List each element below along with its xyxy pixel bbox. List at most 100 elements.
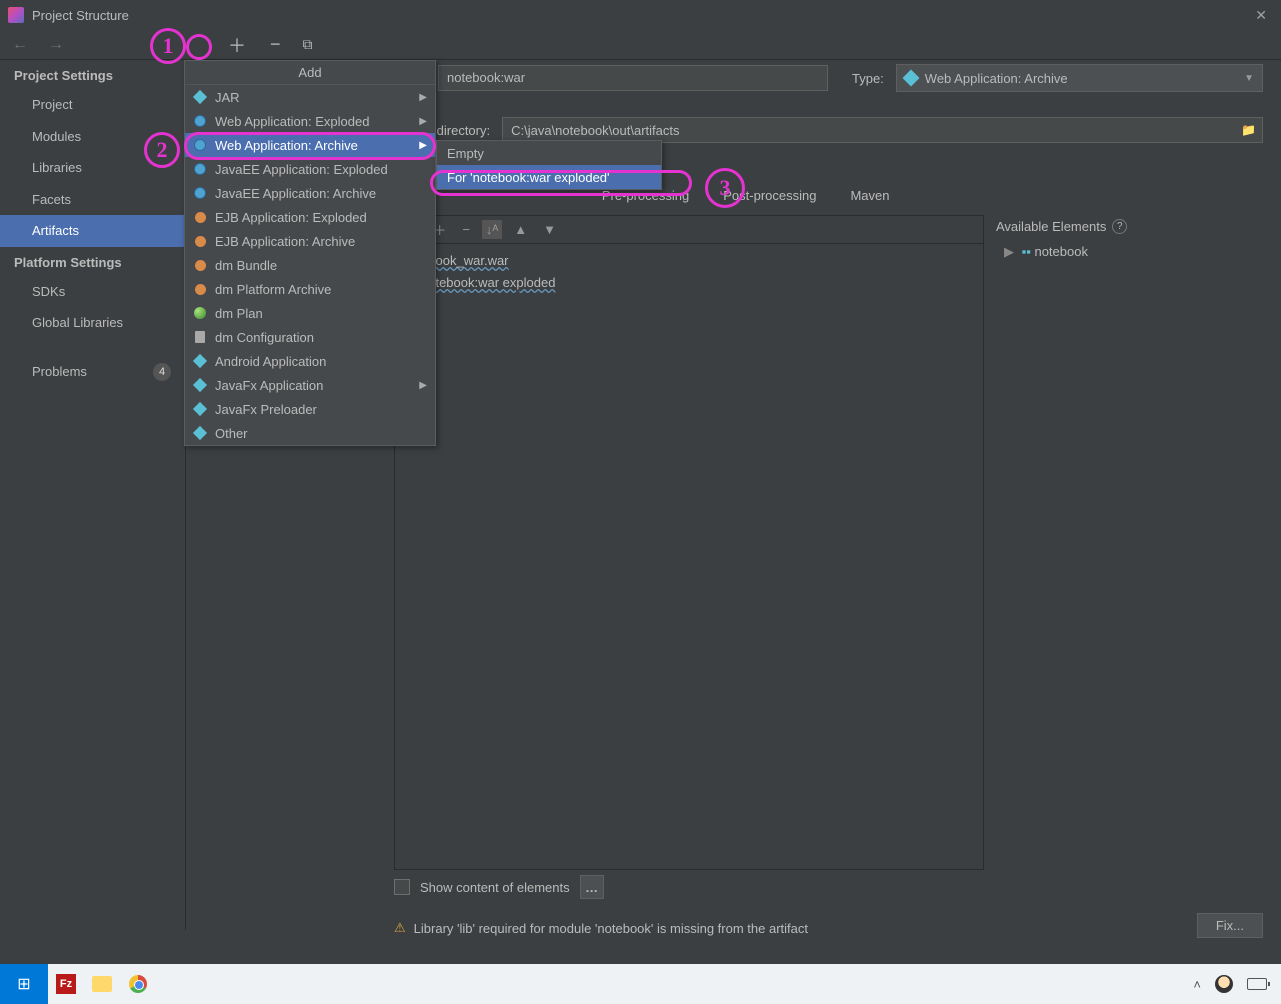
- menu-item-label: Android Application: [215, 354, 326, 369]
- warning-text: Library 'lib' required for module 'noteb…: [414, 921, 808, 936]
- globe-icon: [193, 162, 207, 176]
- folder-icon[interactable]: 📁: [1241, 123, 1256, 137]
- menu-item-javafx-preloader[interactable]: JavaFx Preloader: [185, 397, 435, 421]
- type-value: Web Application: Archive: [925, 71, 1068, 86]
- menu-item-label: EJB Application: Exploded: [215, 210, 367, 225]
- annotation-ring-1: [186, 34, 212, 60]
- submenu-arrow-icon: ▶: [419, 92, 427, 103]
- file-icon: [193, 330, 207, 344]
- menu-item-dm-plan[interactable]: dm Plan: [185, 301, 435, 325]
- menu-item-android-application[interactable]: Android Application: [185, 349, 435, 373]
- artifact-name-input[interactable]: notebook:war: [438, 65, 828, 91]
- bean-icon: [193, 258, 207, 272]
- sphere-icon: [193, 306, 207, 320]
- more-options-button[interactable]: …: [580, 875, 604, 899]
- sidebar-item-artifacts[interactable]: Artifacts: [0, 215, 185, 247]
- sidebar-item-global-libraries[interactable]: Global Libraries: [0, 307, 185, 339]
- menu-item-label: dm Platform Archive: [215, 282, 331, 297]
- sidebar-heading-project: Project Settings: [0, 60, 185, 89]
- menu-item-label: JavaEE Application: Exploded: [215, 162, 388, 177]
- menu-item-ejb-application-archive[interactable]: EJB Application: Archive: [185, 229, 435, 253]
- problems-badge: 4: [153, 363, 171, 381]
- annotation-3: 3: [705, 168, 745, 208]
- taskbar-explorer[interactable]: [84, 964, 120, 1004]
- type-label: Type:: [852, 71, 884, 86]
- menu-item-dm-bundle[interactable]: dm Bundle: [185, 253, 435, 277]
- available-heading: Available Elements ?: [996, 215, 1263, 238]
- available-tree[interactable]: ▶ ▪▪ notebook: [996, 238, 1263, 260]
- sidebar-item-project[interactable]: Project: [0, 89, 185, 121]
- menu-item-javafx-application[interactable]: JavaFx Application ▶: [185, 373, 435, 397]
- menu-item-javaee-application-archive[interactable]: JavaEE Application: Archive: [185, 181, 435, 205]
- add-icon[interactable]: ＋: [222, 32, 252, 58]
- expand-icon[interactable]: ▶: [1004, 244, 1018, 260]
- globe-icon: [193, 114, 207, 128]
- copy-icon[interactable]: ⧉: [299, 36, 317, 53]
- remove-icon[interactable]: −: [264, 34, 287, 55]
- submenu-arrow-icon: ▶: [419, 380, 427, 391]
- bottom-bar: Show content of elements …: [394, 870, 1263, 904]
- title-bar: Project Structure ✕: [0, 0, 1281, 30]
- taskbar: ⊞ Fz ˄: [0, 964, 1281, 1004]
- menu-item-ejb-application-exploded[interactable]: EJB Application: Exploded: [185, 205, 435, 229]
- fix-button[interactable]: Fix...: [1197, 913, 1263, 938]
- dia-icon: [193, 378, 207, 392]
- module-icon: ▪▪: [1022, 244, 1031, 259]
- taskbar-browser[interactable]: [120, 964, 156, 1004]
- help-icon[interactable]: ?: [1112, 219, 1127, 234]
- output-layout-panel: ▦ ＋ − ↓ᴬ ▲ ▼ notebook_war.war notebook:w…: [394, 215, 984, 870]
- layout-down-icon[interactable]: ▼: [539, 222, 560, 237]
- artifact-type-select[interactable]: Web Application: Archive ▼: [896, 64, 1263, 92]
- available-elements-panel: Available Elements ? ▶ ▪▪ notebook: [996, 215, 1263, 870]
- sidebar-item-sdks[interactable]: SDKs: [0, 276, 185, 308]
- annotation-ring-2: [184, 132, 436, 160]
- menu-item-label: Other: [215, 426, 248, 441]
- annotation-2: 2: [144, 132, 180, 168]
- menu-item-label: JavaFx Application: [215, 378, 323, 393]
- tray-chevron-icon[interactable]: ˄: [1193, 977, 1201, 992]
- warning-line: ⚠ Library 'lib' required for module 'not…: [394, 920, 1181, 936]
- menu-item-dm-configuration[interactable]: dm Configuration: [185, 325, 435, 349]
- layout-tree[interactable]: notebook_war.war notebook:war exploded: [395, 244, 983, 300]
- layout-up-icon[interactable]: ▲: [510, 222, 531, 237]
- available-root: notebook: [1034, 244, 1088, 259]
- menu-item-label: dm Bundle: [215, 258, 277, 273]
- menu-item-label: dm Plan: [215, 306, 263, 321]
- menu-item-other[interactable]: Other: [185, 421, 435, 445]
- menu-item-javaee-application-exploded[interactable]: JavaEE Application: Exploded: [185, 157, 435, 181]
- chevron-down-icon: ▼: [1244, 73, 1254, 84]
- menu-item-dm-platform-archive[interactable]: dm Platform Archive: [185, 277, 435, 301]
- menu-item-label: JAR: [215, 90, 240, 105]
- sidebar: Project Settings ProjectModulesLibraries…: [0, 60, 186, 930]
- menu-item-jar[interactable]: JAR ▶: [185, 85, 435, 109]
- sidebar-item-problems[interactable]: Problems 4: [0, 353, 185, 387]
- dia-icon: [193, 90, 207, 104]
- submenu-arrow-icon: ▶: [419, 116, 427, 127]
- start-button[interactable]: ⊞: [0, 964, 48, 1004]
- outputdir-value: C:\java\notebook\out\artifacts: [511, 123, 679, 138]
- warning-icon: ⚠: [394, 920, 406, 936]
- tree-child[interactable]: notebook:war exploded: [403, 272, 975, 294]
- menu-item-web-application-exploded[interactable]: Web Application: Exploded ▶: [185, 109, 435, 133]
- tray-battery-icon[interactable]: [1247, 978, 1267, 990]
- add-menu-title: Add: [185, 61, 435, 85]
- tab-maven[interactable]: Maven: [848, 184, 891, 214]
- taskbar-filezilla[interactable]: Fz: [48, 964, 84, 1004]
- bean-icon: [193, 234, 207, 248]
- layout-sort-icon[interactable]: ↓ᴬ: [482, 220, 502, 239]
- show-content-checkbox[interactable]: [394, 879, 410, 895]
- close-icon[interactable]: ✕: [1249, 7, 1273, 24]
- bean-icon: [193, 210, 207, 224]
- tray-qq-icon[interactable]: [1215, 975, 1233, 993]
- annotation-1: 1: [150, 28, 186, 64]
- forward-icon[interactable]: →: [44, 36, 68, 54]
- dia-icon: [193, 354, 207, 368]
- menu-item-label: Web Application: Exploded: [215, 114, 369, 129]
- layout-remove-icon[interactable]: −: [458, 222, 474, 237]
- tree-root[interactable]: notebook_war.war: [403, 250, 975, 272]
- show-content-label: Show content of elements: [420, 880, 570, 895]
- submenu-item-empty[interactable]: Empty: [437, 141, 661, 165]
- globe-icon: [193, 186, 207, 200]
- sidebar-item-facets[interactable]: Facets: [0, 184, 185, 216]
- back-icon[interactable]: ←: [8, 36, 32, 54]
